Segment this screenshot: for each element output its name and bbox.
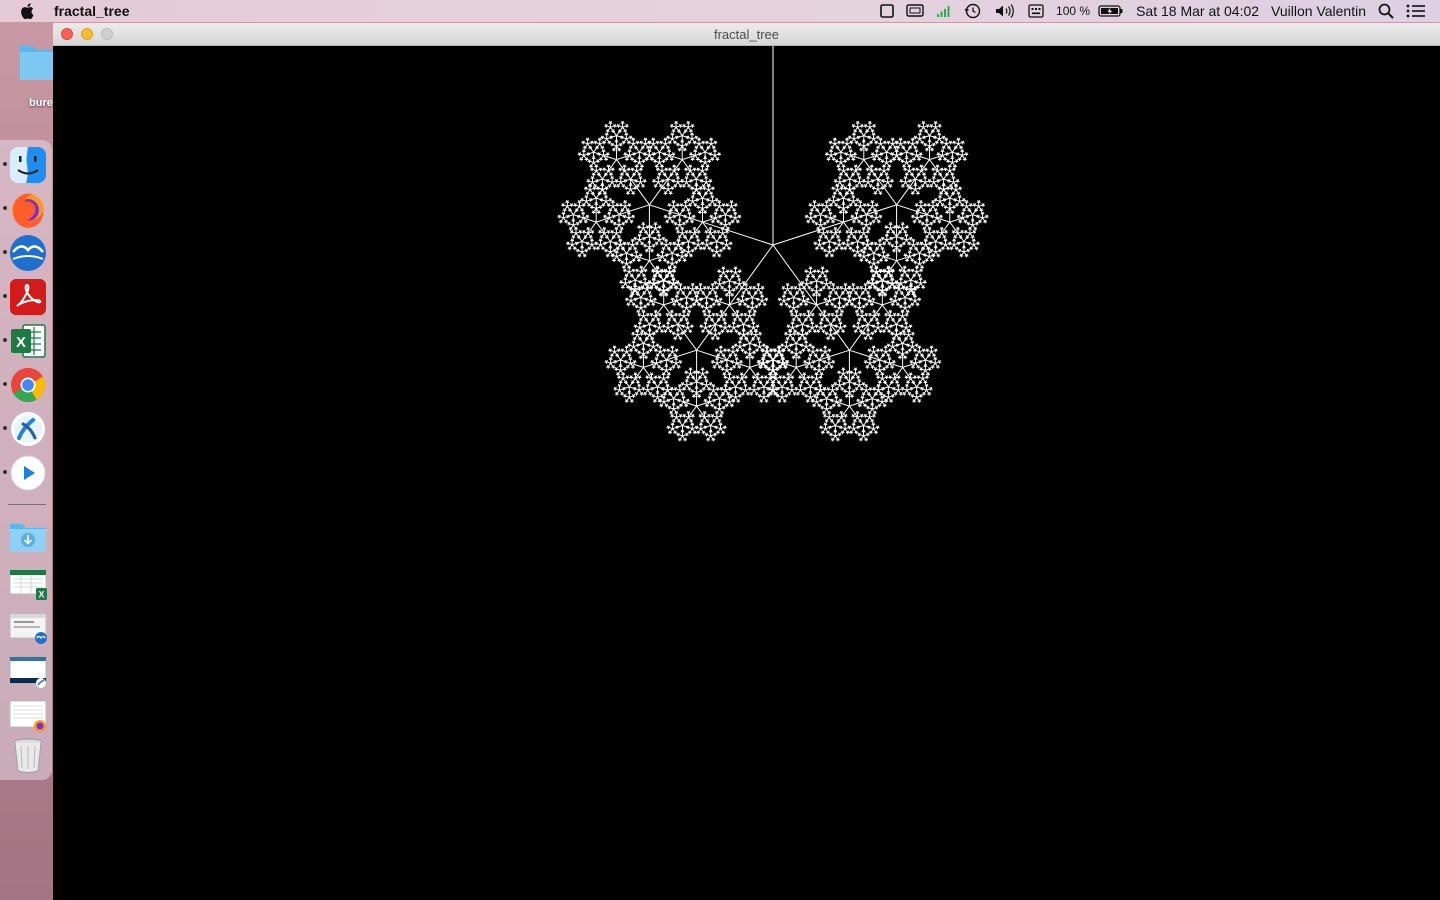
user-name[interactable]: Vuillon Valentin bbox=[1271, 3, 1366, 19]
window-icon[interactable] bbox=[880, 0, 894, 22]
running-indicator bbox=[3, 206, 7, 210]
acrobat-icon[interactable] bbox=[9, 278, 47, 316]
battery-percent[interactable]: 100 % bbox=[1056, 4, 1090, 18]
quicktime-icon[interactable] bbox=[9, 454, 47, 492]
desktop-folder-icon[interactable] bbox=[18, 38, 56, 84]
status-area: 100 % Sat 18 Mar at 04:02 Vuillon Valent… bbox=[874, 0, 1440, 22]
menu-bar: fractal_tree 100 % Sat 18 Mar at 04:02 V… bbox=[0, 0, 1440, 22]
app-menu-name[interactable]: fractal_tree bbox=[54, 3, 130, 19]
zoom-button[interactable] bbox=[101, 28, 113, 40]
finder-icon[interactable] bbox=[9, 146, 47, 184]
close-button[interactable] bbox=[61, 28, 73, 40]
excel-window-thumb[interactable]: X bbox=[9, 564, 47, 602]
running-indicator bbox=[3, 470, 7, 474]
running-indicator bbox=[3, 162, 7, 166]
svg-text:X: X bbox=[39, 590, 45, 600]
fractal-branches bbox=[557, 46, 989, 442]
openoffice-window-thumb[interactable] bbox=[9, 608, 47, 646]
time-machine-icon[interactable] bbox=[964, 0, 982, 22]
volume-icon[interactable] bbox=[994, 0, 1016, 22]
xcode-icon[interactable] bbox=[9, 410, 47, 448]
control-center-icon[interactable] bbox=[1406, 0, 1426, 22]
trash-icon[interactable] bbox=[9, 736, 47, 774]
excel-icon[interactable]: X bbox=[9, 322, 47, 360]
downloads-folder-icon[interactable] bbox=[9, 518, 47, 556]
running-indicator bbox=[3, 338, 7, 342]
keyboard-icon[interactable] bbox=[1028, 0, 1044, 22]
xcode-window-thumb[interactable] bbox=[9, 652, 47, 690]
display-icon[interactable] bbox=[906, 0, 924, 22]
battery-icon[interactable] bbox=[1098, 0, 1124, 22]
minimize-button[interactable] bbox=[81, 28, 93, 40]
running-indicator bbox=[3, 426, 7, 430]
apple-icon[interactable] bbox=[20, 2, 36, 20]
dock: X X bbox=[0, 140, 52, 780]
running-indicator bbox=[3, 250, 7, 254]
wifi-bars-icon[interactable] bbox=[936, 0, 952, 22]
window-title: fractal_tree bbox=[713, 26, 780, 42]
running-indicator bbox=[3, 294, 7, 298]
svg-text:X: X bbox=[16, 334, 26, 351]
firefox-window-thumb[interactable] bbox=[9, 696, 47, 734]
desktop-folder-label[interactable]: bure bbox=[29, 97, 53, 109]
running-indicator bbox=[3, 382, 7, 386]
spotlight-icon[interactable] bbox=[1378, 0, 1394, 22]
window-titlebar[interactable]: fractal_tree bbox=[53, 23, 1440, 46]
firefox-icon[interactable] bbox=[9, 190, 47, 228]
chrome-icon[interactable] bbox=[9, 366, 47, 404]
openoffice-icon[interactable] bbox=[9, 234, 47, 272]
app-window: fractal_tree bbox=[53, 23, 1440, 900]
fractal-canvas-area[interactable] bbox=[53, 46, 1440, 900]
clock[interactable]: Sat 18 Mar at 04:02 bbox=[1136, 3, 1259, 19]
fractal-tree-drawing bbox=[557, 46, 989, 442]
dock-separator bbox=[8, 504, 46, 505]
